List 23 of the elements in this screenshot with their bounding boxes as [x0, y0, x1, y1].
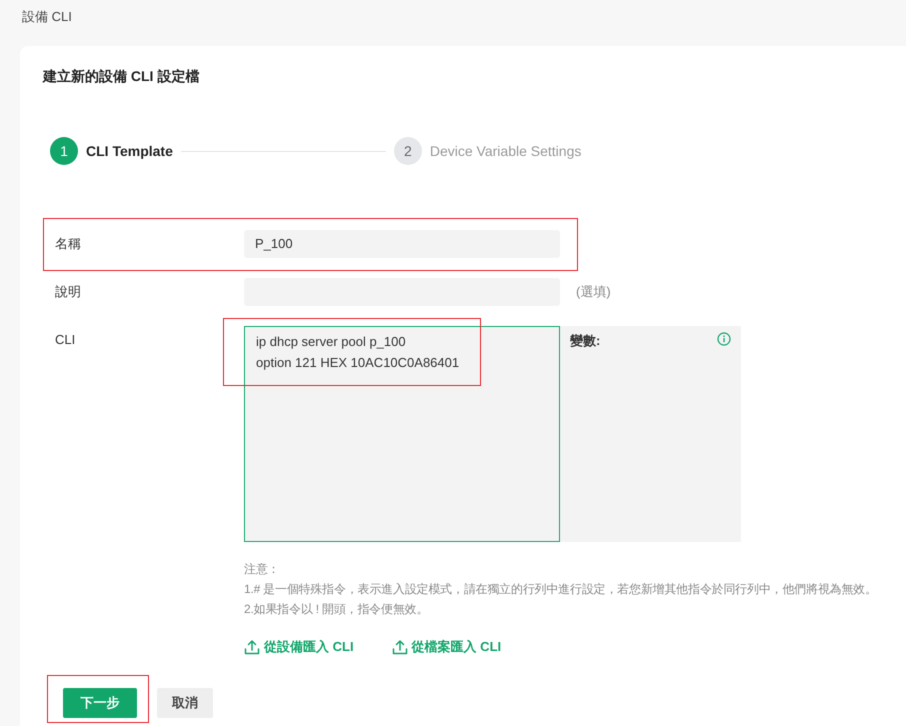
import-link[interactable]: 從檔案匯入 CLI	[392, 638, 502, 656]
note-text: 2.如果指令以 ! 開頭，指令便無效。	[244, 601, 430, 618]
page-title: 設備 CLI	[22, 8, 73, 26]
import-link[interactable]: 從設備匯入 CLI	[244, 638, 354, 656]
cancel-button[interactable]: 取消	[157, 688, 213, 718]
next-button[interactable]: 下一步	[63, 688, 137, 718]
step-number[interactable]: 1	[50, 137, 78, 165]
upload-icon	[244, 639, 260, 655]
note-text: 1.# 是一個特殊指令，表示進入設定模式，請在獨立的行列中進行設定，若您新增其他指令於同行列中，他們將視為無效。	[244, 581, 878, 598]
field-label: 名稱	[55, 235, 82, 253]
step-label: CLI Template	[86, 143, 173, 159]
cli-editor[interactable]: ip dhcp server pool p_100 option 121 HEX 10AC10C0A86401	[244, 326, 560, 542]
field-label: CLI	[55, 331, 76, 349]
card-title: 建立新的設備 CLI 設定檔	[43, 68, 200, 86]
field-label: 說明	[55, 283, 82, 301]
note-heading: 注意：	[244, 561, 280, 578]
optional-hint: (選填)	[576, 283, 611, 301]
info-icon[interactable]	[717, 332, 731, 346]
input-field[interactable]: P_100	[244, 230, 560, 258]
variables-label: 變數:	[570, 332, 600, 350]
step-label: Device Variable Settings	[430, 143, 582, 159]
upload-icon	[392, 639, 408, 655]
step-number[interactable]: 2	[394, 137, 422, 165]
